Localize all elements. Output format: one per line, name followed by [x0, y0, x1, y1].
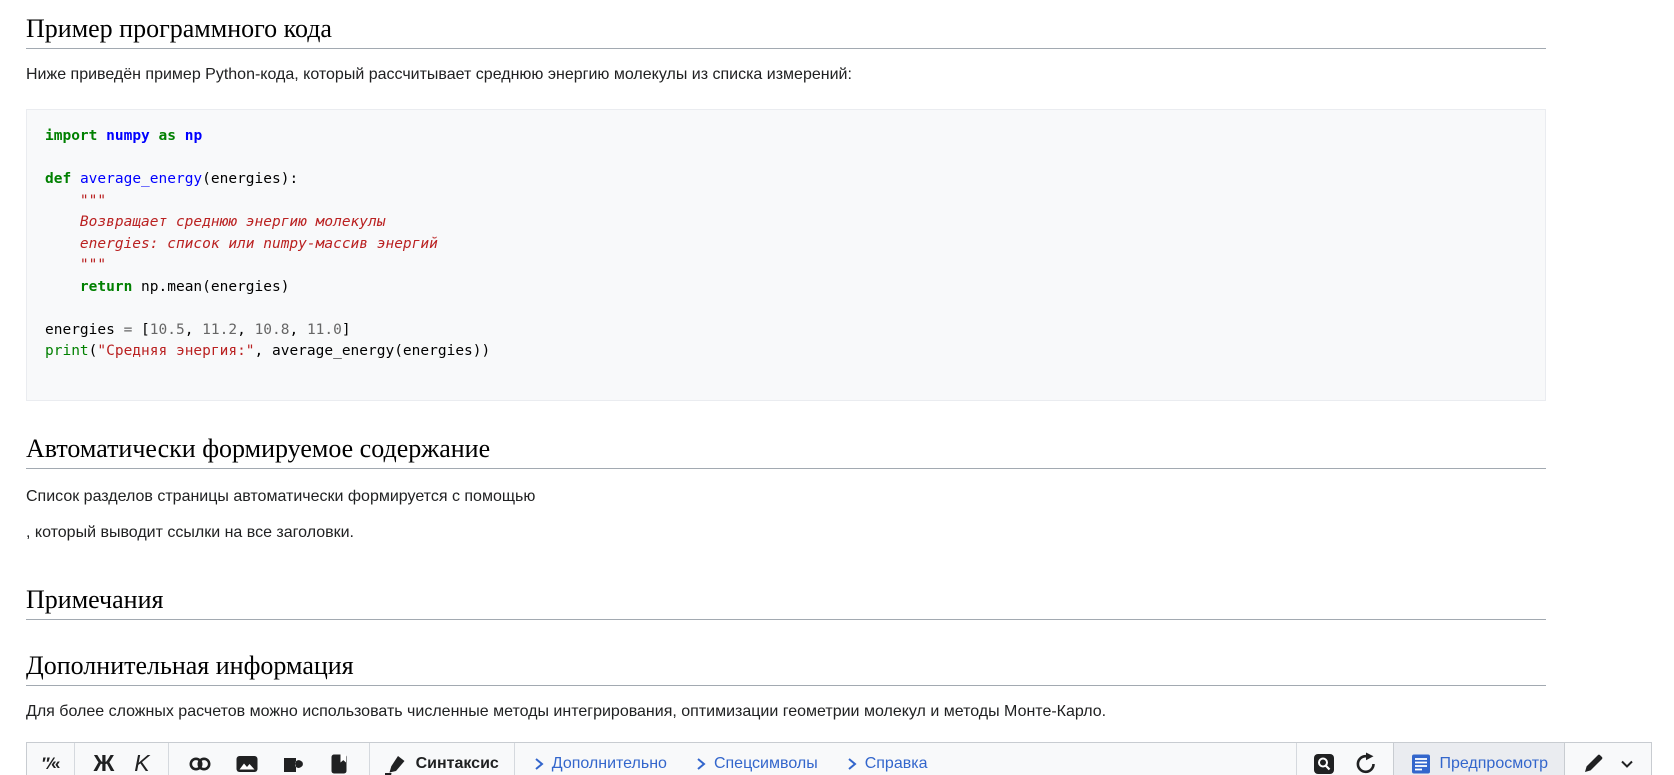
- bold-icon: Ж: [93, 750, 115, 775]
- editor-menu-toggle[interactable]: [1619, 758, 1635, 770]
- para-extra: Для более сложных расчетов можно использ…: [26, 703, 1107, 720]
- chevron-right-icon: [848, 757, 857, 770]
- syntax-highlight-button[interactable]: Синтаксис: [384, 752, 499, 775]
- italic-button[interactable]: K: [134, 750, 149, 775]
- toolbar-section-help[interactable]: Справка: [846, 755, 927, 773]
- insert-template-button[interactable]: [281, 752, 305, 775]
- code-block-content: import numpy as np def average_energy(en…: [45, 128, 491, 359]
- preview-label: Предпросмотр: [1439, 754, 1548, 772]
- puzzle-icon: [283, 757, 303, 772]
- preview-button[interactable]: Предпросмотр: [1410, 753, 1548, 775]
- insert-reference-button[interactable]: [327, 752, 351, 775]
- python-code-block: import numpy as np def average_energy(en…: [26, 109, 1546, 401]
- wikieditor: ″⁄« Ж K Синтаксис Дополнительно Спецсимв…: [26, 742, 1652, 775]
- toolbar-section-specialchars[interactable]: Спецсимволы: [695, 755, 818, 773]
- para-toc-1: Список разделов страницы автоматически ф…: [26, 488, 536, 505]
- bold-button[interactable]: Ж: [93, 750, 114, 775]
- link-icon: [189, 757, 211, 770]
- para-intro: Ниже приведён пример Python-кода, которы…: [26, 66, 852, 83]
- section-heading-notes: Примечания: [26, 585, 1546, 620]
- chevron-down-icon: [1621, 760, 1633, 768]
- refresh-button[interactable]: [1354, 752, 1378, 775]
- chevron-right-icon: [535, 757, 544, 770]
- insert-quotes-button[interactable]: ″⁄«: [42, 753, 60, 774]
- highlighter-icon: [384, 755, 405, 775]
- para-toc-2: , который выводит ссылки на все заголовк…: [26, 524, 354, 541]
- syntax-label: Синтаксис: [415, 754, 499, 772]
- preview-content: Пример программного кода Ниже приведён п…: [26, 14, 1546, 722]
- image-icon: [236, 755, 258, 772]
- insert-image-button[interactable]: [235, 752, 259, 775]
- chevron-right-icon: [697, 757, 706, 770]
- reference-book-icon: [331, 754, 347, 773]
- search-replace-button[interactable]: [1312, 752, 1336, 775]
- section-heading-toc: Автоматически формируемое содержание: [26, 434, 1546, 469]
- italic-icon: K: [134, 750, 150, 775]
- section-heading-extra: Дополнительная информация: [26, 651, 1546, 686]
- toolbar-section-advanced[interactable]: Дополнительно: [533, 755, 667, 773]
- link-button[interactable]: [187, 752, 213, 775]
- switch-editor-button[interactable]: [1581, 752, 1605, 775]
- editor-toolbar: ″⁄« Ж K Синтаксис Дополнительно Спецсимв…: [27, 743, 1651, 775]
- preview-document-icon: [1412, 754, 1431, 773]
- section-heading-code-example: Пример программного кода: [26, 14, 1546, 49]
- refresh-icon: [1357, 752, 1376, 773]
- pencil-icon: [1585, 754, 1603, 772]
- quotes-icon: ″⁄«: [42, 753, 60, 773]
- search-icon: [1314, 753, 1335, 774]
